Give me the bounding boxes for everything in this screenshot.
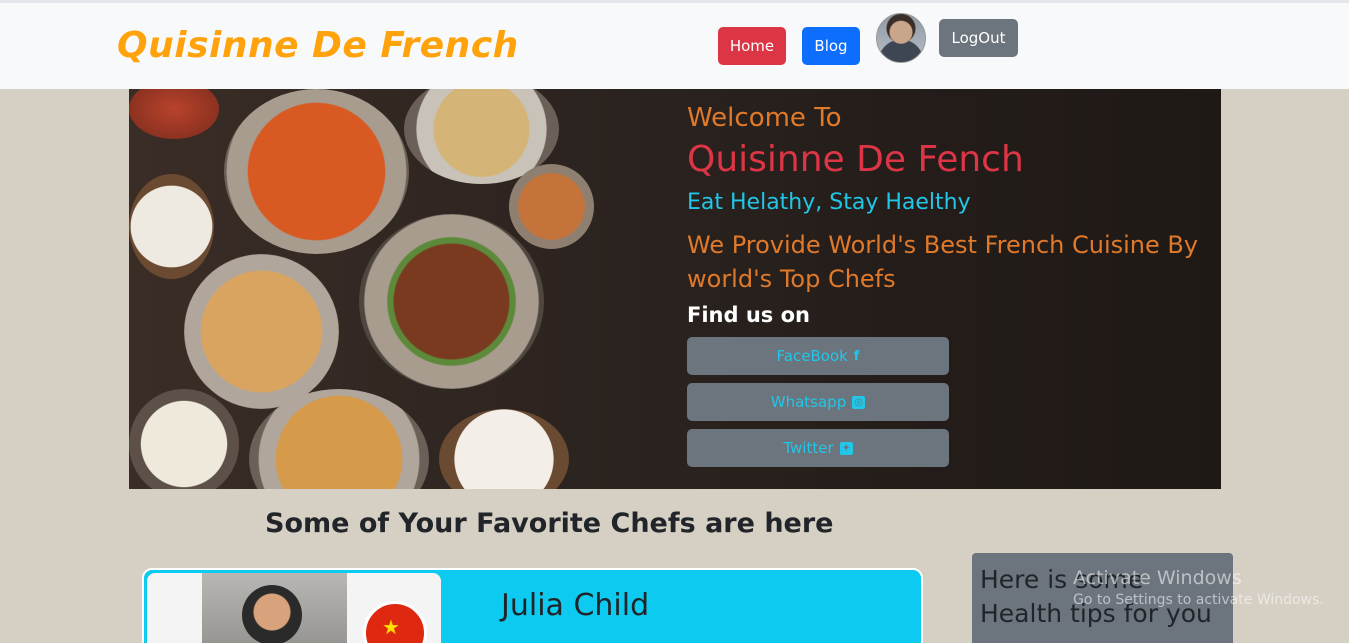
facebook-label: FaceBook bbox=[776, 347, 848, 365]
food-bowl-image bbox=[184, 254, 339, 409]
windows-activation-watermark: Activate Windows bbox=[1073, 567, 1242, 589]
twitter-button[interactable]: Twitter ✦ bbox=[687, 429, 949, 467]
chef-photo: ★ bbox=[147, 573, 441, 643]
logout-button[interactable]: LogOut bbox=[939, 19, 1018, 57]
food-bowl-image bbox=[439, 409, 569, 489]
user-avatar[interactable] bbox=[876, 13, 926, 63]
whatsapp-icon: ◎ bbox=[852, 395, 866, 409]
hero-title: Quisinne De Fench bbox=[687, 139, 1024, 180]
whatsapp-button[interactable]: Whatsapp ◎ bbox=[687, 383, 949, 421]
star-icon: ★ bbox=[382, 615, 400, 639]
twitter-label: Twitter bbox=[783, 439, 834, 457]
chefs-heading: Some of Your Favorite Chefs are here bbox=[265, 508, 834, 539]
food-bowl-image bbox=[129, 89, 219, 139]
chef-card[interactable]: ★ Julia Child bbox=[142, 568, 923, 643]
food-bowl-image bbox=[509, 164, 594, 249]
twitter-icon: ✦ bbox=[839, 441, 853, 455]
food-bowl-image bbox=[359, 214, 544, 389]
windows-activation-hint: Go to Settings to activate Windows. bbox=[1073, 592, 1324, 608]
tagline: Eat Helathy, Stay Haelthy bbox=[687, 190, 971, 215]
facebook-button[interactable]: FaceBook f bbox=[687, 337, 949, 375]
facebook-icon: f bbox=[853, 348, 860, 364]
food-bowl-image bbox=[129, 174, 214, 279]
welcome-text: Welcome To bbox=[687, 103, 842, 133]
provide-text: We Provide World's Best French Cuisine B… bbox=[687, 231, 1199, 293]
food-bowl-image bbox=[224, 89, 409, 254]
navbar: Quisinne De French Home Blog LogOut bbox=[0, 0, 1349, 89]
home-button[interactable]: Home bbox=[718, 27, 786, 65]
brand-logo[interactable]: Quisinne De French bbox=[117, 25, 519, 66]
find-us-label: Find us on bbox=[687, 303, 810, 327]
blog-button[interactable]: Blog bbox=[802, 27, 860, 65]
whatsapp-label: Whatsapp bbox=[770, 393, 847, 411]
food-bowl-image bbox=[129, 389, 239, 489]
chef-name: Julia Child bbox=[501, 588, 650, 623]
hero-banner: Welcome To Quisinne De Fench Eat Helathy… bbox=[129, 89, 1221, 489]
